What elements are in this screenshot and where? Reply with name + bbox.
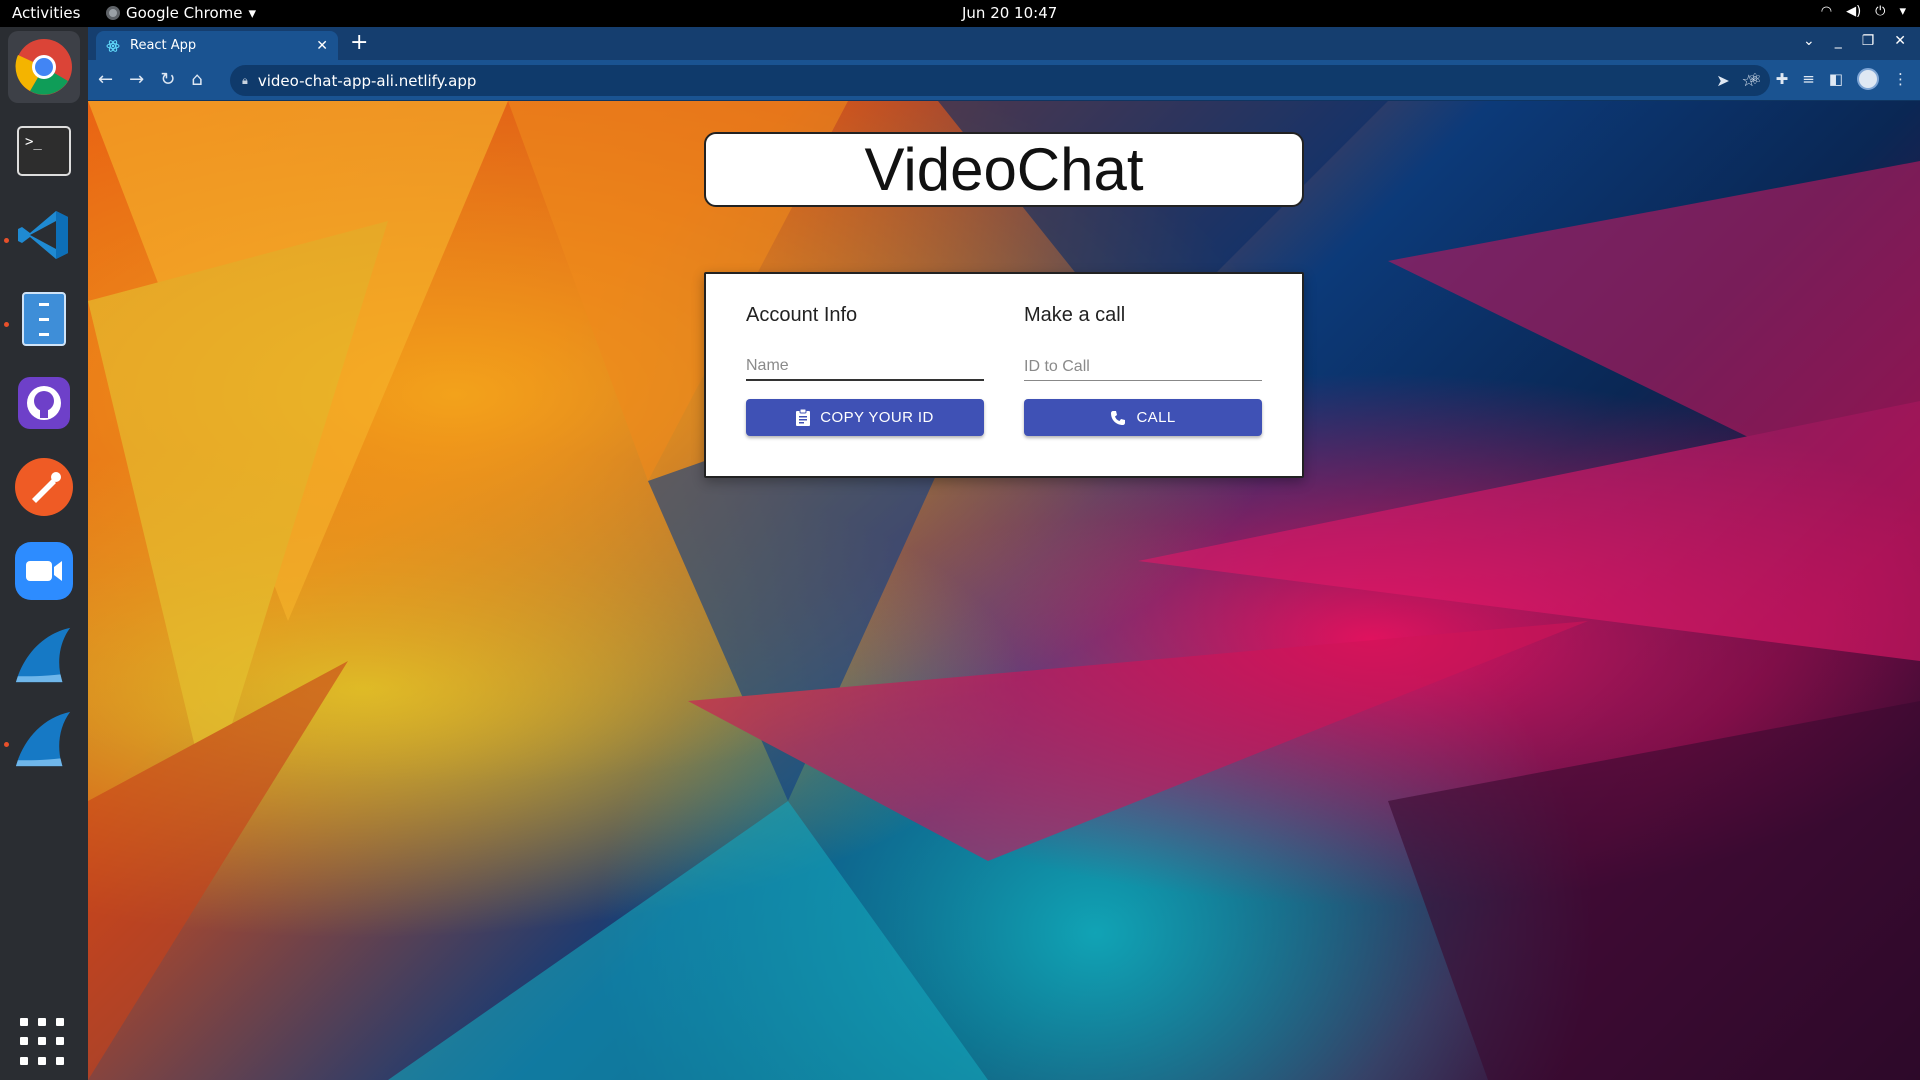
dock-github[interactable] (8, 367, 80, 439)
chrome-window: React App ✕ + ⌄ _ ❐ ✕ ← → ↻ ⌂ 🔒︎ video-c… (88, 27, 1920, 1080)
make-call-heading: Make a call (1024, 304, 1126, 326)
make-call-section: Make a call CALL (1024, 304, 1262, 436)
react-favicon-icon (106, 39, 120, 53)
system-tray[interactable]: ◠ ◀) ⏻ ▾ (1821, 4, 1906, 19)
dock-postman[interactable] (8, 451, 80, 523)
reading-list-icon[interactable]: ≡ (1802, 70, 1815, 88)
back-icon[interactable]: ← (98, 69, 113, 90)
copy-id-label: COPY YOUR ID (820, 409, 934, 426)
chrome-icon (14, 37, 74, 97)
name-input[interactable] (746, 353, 984, 381)
browser-toolbar: ← → ↻ ⌂ 🔒︎ video-chat-app-ali.netlify.ap… (88, 60, 1920, 101)
tab-search-icon[interactable]: ⌄ (1803, 33, 1815, 49)
close-window-icon[interactable]: ✕ (1894, 33, 1906, 49)
send-tab-icon[interactable]: ➤ (1716, 71, 1729, 90)
activities-button[interactable]: Activities (12, 4, 80, 22)
nav-buttons: ← → ↻ ⌂ (98, 69, 203, 90)
tab-title: React App (130, 38, 197, 53)
terminal-icon: >_ (14, 121, 74, 181)
postman-icon (14, 457, 74, 517)
show-applications-icon[interactable] (20, 1018, 68, 1066)
svg-text:>_: >_ (25, 134, 42, 150)
lock-icon[interactable]: 🔒︎ (242, 74, 248, 88)
tab-react-app[interactable]: React App ✕ (96, 31, 338, 60)
dock-wireshark-2[interactable] (8, 703, 80, 775)
wireshark-icon (14, 625, 74, 685)
account-info-section: Account Info COPY YOUR ID (746, 304, 984, 436)
dock-chrome[interactable] (8, 31, 80, 103)
id-to-call-input[interactable] (1024, 353, 1262, 381)
address-bar[interactable]: 🔒︎ video-chat-app-ali.netlify.app ➤ ☆ (230, 65, 1770, 96)
menu-kebab-icon[interactable]: ⋮ (1893, 70, 1908, 88)
chrome-icon (106, 6, 120, 20)
url-text[interactable]: video-chat-app-ali.netlify.app (258, 72, 477, 90)
clipboard-icon (796, 409, 811, 426)
github-desktop-icon (14, 373, 74, 433)
page-viewport: VideoChat Account Info COPY YOUR ID (88, 101, 1920, 1080)
dock-wireshark-1[interactable] (8, 619, 80, 691)
call-panel: Account Info COPY YOUR ID Make a call (704, 272, 1304, 478)
app-title: VideoChat (704, 132, 1304, 207)
minimize-icon[interactable]: _ (1835, 33, 1842, 49)
dock-files[interactable] (8, 283, 80, 355)
side-panel-icon[interactable]: ◧ (1829, 70, 1843, 88)
restore-icon[interactable]: ❐ (1862, 33, 1875, 49)
dock-zoom[interactable] (8, 535, 80, 607)
vscode-icon (14, 205, 74, 265)
toolbar-icons: ⚛ ✚ ≡ ◧ ⋮ (1748, 68, 1908, 90)
dock-vscode[interactable] (8, 199, 80, 271)
tab-strip: React App ✕ + ⌄ _ ❐ ✕ (88, 27, 1920, 60)
app-menu-label: Google Chrome (126, 4, 243, 22)
account-info-heading: Account Info (746, 304, 858, 326)
home-icon[interactable]: ⌂ (191, 69, 202, 90)
wireshark-icon (14, 709, 74, 769)
dock-terminal[interactable]: >_ (8, 115, 80, 187)
copy-id-button[interactable]: COPY YOUR ID (746, 399, 984, 436)
volume-icon: ◀) (1846, 4, 1862, 19)
call-button[interactable]: CALL (1024, 399, 1262, 436)
profile-avatar[interactable] (1857, 68, 1879, 90)
window-controls: ⌄ _ ❐ ✕ (1803, 33, 1906, 49)
reload-icon[interactable]: ↻ (160, 69, 175, 90)
wifi-icon: ◠ (1820, 4, 1833, 19)
dock: >_ (0, 27, 88, 1080)
zoom-icon (14, 541, 74, 601)
extensions-icon[interactable]: ✚ (1776, 70, 1789, 88)
file-manager-icon (14, 289, 74, 349)
clock[interactable]: Jun 20 10:47 (962, 4, 1057, 22)
call-label: CALL (1136, 409, 1176, 426)
caret-down-icon: ▾ (248, 4, 257, 22)
system-top-bar: Activities Google Chrome ▾ Jun 20 10:47 … (0, 0, 1920, 27)
new-tab-button[interactable]: + (350, 31, 368, 55)
power-icon: ⏻ (1875, 4, 1886, 19)
close-tab-icon[interactable]: ✕ (316, 38, 328, 54)
wallpaper-background (88, 101, 1920, 1080)
react-devtools-icon[interactable]: ⚛ (1748, 70, 1761, 88)
app-menu[interactable]: Google Chrome ▾ (106, 4, 256, 22)
phone-icon (1111, 410, 1126, 425)
forward-icon[interactable]: → (129, 69, 144, 90)
caret-down-icon: ▾ (1899, 4, 1906, 19)
